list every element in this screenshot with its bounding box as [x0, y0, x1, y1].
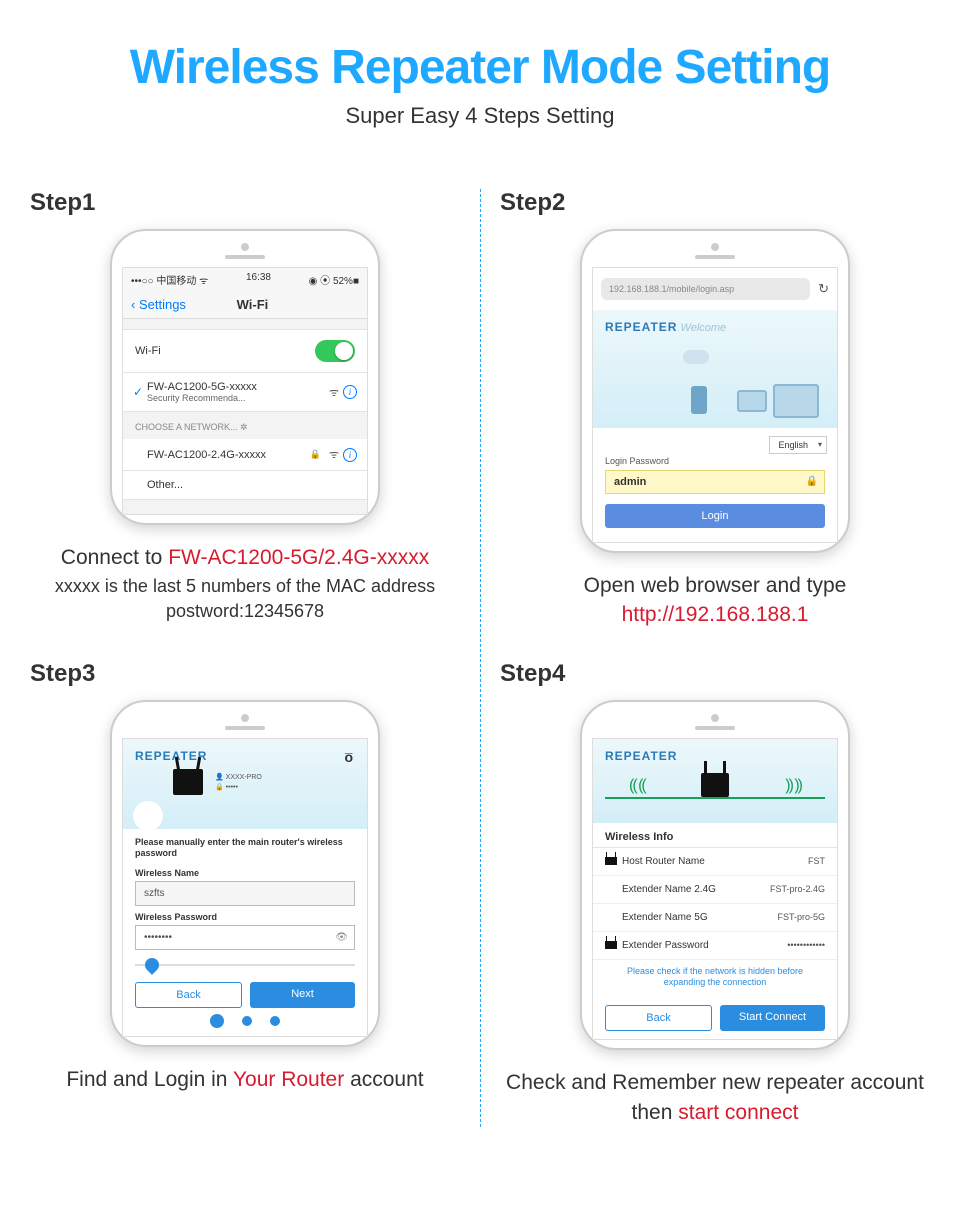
step1-caption: Connect to FW-AC1200-5G/2.4G-xxxxx [30, 543, 460, 572]
wireless-password-input[interactable]: •••••••• 👁 [135, 925, 355, 950]
step2-label: Step2 [500, 189, 930, 217]
router-icon [173, 769, 203, 795]
status-time: 16:38 [246, 272, 271, 287]
wifi-toggle-row: Wi-Fi [123, 329, 367, 373]
slider[interactable] [135, 958, 355, 972]
wifi-icon: ᯤ [329, 447, 339, 462]
instruction-text: Please manually enter the main router's … [123, 829, 367, 862]
wireless-password-label: Wireless Password [123, 906, 367, 925]
gear-icon [133, 801, 163, 831]
repeater-title: REPEATER [605, 749, 677, 763]
lock-icon: 🔒 [806, 476, 818, 487]
login-hero: REPEATER Welcome [593, 310, 837, 428]
lock-icon: 🔒 [310, 449, 321, 460]
router-icon [605, 857, 617, 865]
step3-caption: Find and Login in Your Router account [30, 1065, 460, 1094]
phone-frame: REPEATER o̅ 👤 XXXX-PRO 🔒 ••••• Please ma… [110, 700, 380, 1047]
repeater-header: REPEATER o̅ 👤 XXXX-PRO 🔒 ••••• [123, 739, 367, 829]
hidden-network-note: Please check if the network is hidden be… [593, 960, 837, 995]
back-button[interactable]: Back [605, 1005, 712, 1031]
wifi-toggle[interactable] [315, 340, 355, 362]
checkmark-icon: ✓ [133, 385, 147, 399]
reload-icon[interactable]: ↻ [818, 281, 829, 297]
wifi-label: Wi-Fi [135, 345, 161, 357]
page-subtitle: Super Easy 4 Steps Setting [30, 103, 930, 129]
network2-ssid: FW-AC1200-2.4G-xxxxx [147, 449, 306, 461]
language-select[interactable]: English [769, 436, 827, 454]
person-icon [691, 386, 707, 414]
step2-caption-url: http://192.168.188.1 [500, 600, 930, 629]
step2-caption: Open web browser and type [500, 571, 930, 600]
page-title: Wireless Repeater Mode Setting [30, 40, 930, 95]
info-row-host: Host Router Name FST [593, 848, 837, 876]
wireless-name-input[interactable]: szfts [135, 881, 355, 906]
wireless-name-label: Wireless Name [123, 862, 367, 881]
status-bar: •••○○ 中国移动 ᯤ 16:38 ◉ ⦿ 52%■ [123, 268, 367, 291]
router-icon [605, 941, 617, 949]
status-left: •••○○ 中国移动 ᯤ [131, 272, 208, 287]
connected-ssid: FW-AC1200-5G-xxxxx [147, 381, 325, 393]
network-row-2[interactable]: FW-AC1200-2.4G-xxxxx 🔒 ᯤ i [123, 439, 367, 471]
login-button[interactable]: Login [605, 504, 825, 528]
info-icon[interactable]: i [343, 448, 357, 462]
signal-waves-icon: (( (( [629, 777, 645, 795]
wireless-info-header: Wireless Info [593, 823, 837, 848]
phone-frame: 192.168.188.1/mobile/login.asp ↻ REPEATE… [580, 229, 850, 553]
step1-caption-sub: xxxxx is the last 5 numbers of the MAC a… [30, 576, 460, 597]
login-password-label: Login Password [593, 454, 837, 468]
other-network-row[interactable]: Other... [123, 471, 367, 500]
info-icon[interactable]: i [343, 385, 357, 399]
choose-network-header: CHOOSE A NETWORK... ✲ [123, 412, 367, 439]
divider-line [480, 189, 481, 1127]
nav-bar: ‹ Settings Wi-Fi [123, 291, 367, 319]
step-1: Step1 •••○○ 中国移动 ᯤ 16:38 ◉ ⦿ 52%■ ‹ Sett… [30, 189, 460, 630]
monitor-icon [773, 384, 819, 418]
monitor-icon [737, 390, 767, 412]
connected-subtitle: Security Recommenda... [147, 393, 325, 403]
phone-frame: •••○○ 中国移动 ᯤ 16:38 ◉ ⦿ 52%■ ‹ Settings W… [110, 229, 380, 525]
wifi-icon: ᯤ [329, 385, 339, 400]
login-password-input[interactable]: admin 🔒 [605, 470, 825, 494]
nav-title: Wi-Fi [146, 297, 359, 312]
signal-waves-icon: )) )) [785, 777, 801, 795]
eye-icon[interactable]: 👁 [335, 932, 348, 943]
repeater-title: REPEATER [605, 320, 677, 334]
step4-caption: Check and Remember new repeater account … [500, 1068, 930, 1127]
step3-label: Step3 [30, 660, 460, 688]
step1-caption-pw: postword:12345678 [30, 601, 460, 622]
repeater-header: REPEATER (( (( )) )) [593, 739, 837, 823]
info-row-password: Extender Password •••••••••••• [593, 932, 837, 960]
progress-dots [123, 1016, 367, 1036]
welcome-text: Welcome [681, 322, 727, 334]
url-bar[interactable]: 192.168.188.1/mobile/login.asp [601, 278, 810, 300]
info-row-24g: Extender Name 2.4G FST-pro-2.4G [593, 876, 837, 904]
other-label: Other... [147, 479, 357, 491]
router-icon [701, 773, 729, 797]
step-2: Step2 192.168.188.1/mobile/login.asp ↻ R… [500, 189, 930, 630]
connected-network-row[interactable]: ✓ FW-AC1200-5G-xxxxx Security Recommenda… [123, 373, 367, 412]
spinner-icon: ✲ [240, 422, 248, 432]
step4-label: Step4 [500, 660, 930, 688]
next-button[interactable]: Next [250, 982, 355, 1008]
back-button[interactable]: Back [135, 982, 242, 1008]
step-3: Step3 REPEATER o̅ 👤 XXXX-PRO 🔒 ••••• Ple… [30, 660, 460, 1127]
credentials-preview: 👤 XXXX-PRO 🔒 ••••• [215, 773, 262, 793]
step1-label: Step1 [30, 189, 460, 217]
info-row-5g: Extender Name 5G FST-pro-5G [593, 904, 837, 932]
phone-frame: REPEATER (( (( )) )) Wireless Info Host … [580, 700, 850, 1050]
step-4: Step4 REPEATER (( (( )) )) Wireless Info… [500, 660, 930, 1127]
status-right: ◉ ⦿ 52%■ [309, 272, 359, 287]
start-connect-button[interactable]: Start Connect [720, 1005, 825, 1031]
signal-icon: o̅ [344, 749, 353, 765]
